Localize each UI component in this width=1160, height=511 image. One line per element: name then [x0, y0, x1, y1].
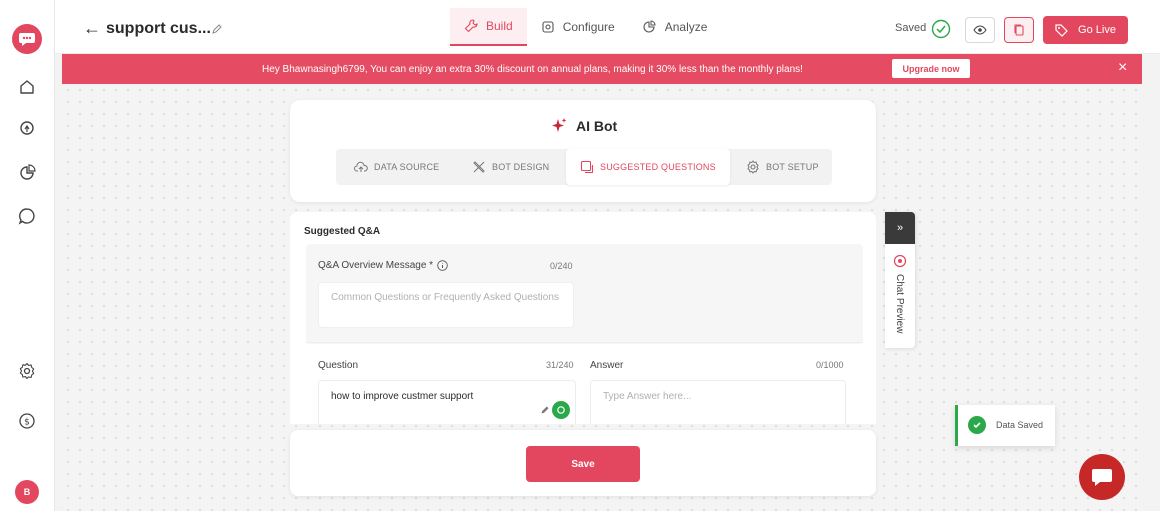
- support-chat-launcher[interactable]: [1079, 454, 1125, 500]
- saved-check-icon: [931, 19, 951, 39]
- bot-name-title: support cus...: [106, 20, 211, 37]
- step-bot-setup-label: BOT SETUP: [766, 162, 819, 172]
- answer-counter: 0/1000: [816, 360, 844, 370]
- top-bar: ← support cus... Build Configure Analyze…: [55, 0, 1160, 54]
- analytics-icon[interactable]: [16, 162, 38, 184]
- chat-logo-icon: [893, 254, 907, 268]
- billing-icon[interactable]: $: [16, 410, 38, 432]
- lightbulb-icon[interactable]: [16, 118, 38, 140]
- toast-message: Data Saved: [996, 420, 1044, 430]
- tab-configure-label: Configure: [562, 20, 615, 34]
- home-icon[interactable]: [16, 76, 38, 98]
- check-icon: [968, 416, 986, 434]
- expand-chevrons-icon[interactable]: »: [885, 212, 915, 244]
- data-saved-toast: Data Saved: [955, 405, 1055, 446]
- tab-build[interactable]: Build: [450, 8, 527, 46]
- left-sidebar: $ B: [0, 0, 55, 511]
- pencil-icon[interactable]: [538, 403, 552, 417]
- pie-chart-icon: [643, 20, 656, 33]
- question-label: Question: [318, 360, 359, 371]
- tab-build-label: Build: [486, 19, 513, 33]
- save-button[interactable]: Save: [526, 446, 640, 482]
- promo-banner-text: Hey Bhawnasingh6799, You can enjoy an ex…: [262, 64, 803, 75]
- chat-preview-label: Chat Preview: [894, 274, 905, 334]
- tab-configure[interactable]: Configure: [527, 8, 629, 46]
- main-tabs: Build Configure Analyze: [450, 8, 721, 46]
- info-icon[interactable]: [437, 260, 448, 271]
- eye-icon: [973, 25, 987, 35]
- suggested-qa-card: Suggested Q&A Q&A Overview Message * 0/2…: [290, 212, 876, 424]
- bot-builder-header-card: AI Bot DATA SOURCE BOT DESIGN SUGGESTED …: [290, 100, 876, 202]
- tab-analyze[interactable]: Analyze: [629, 8, 722, 46]
- step-bot-design[interactable]: BOT DESIGN: [472, 149, 549, 185]
- gear-icon: [747, 160, 759, 174]
- preview-button[interactable]: [965, 17, 995, 43]
- save-bar: Save: [290, 430, 876, 496]
- step-suggested-questions-label: SUGGESTED QUESTIONS: [600, 162, 716, 172]
- go-live-button[interactable]: Go Live: [1043, 16, 1128, 44]
- upgrade-now-button[interactable]: Upgrade now: [892, 59, 970, 78]
- answer-input[interactable]: Type Answer here...: [590, 380, 846, 424]
- builder-steps: DATA SOURCE BOT DESIGN SUGGESTED QUESTIO…: [336, 149, 832, 185]
- suggested-qa-title: Suggested Q&A: [304, 226, 381, 237]
- design-tools-icon: [473, 161, 485, 173]
- saved-status-label: Saved: [895, 22, 927, 34]
- step-bot-setup[interactable]: BOT SETUP: [746, 149, 819, 185]
- qa-overview-input[interactable]: Common Questions or Frequently Asked Que…: [318, 282, 574, 328]
- promo-banner: Hey Bhawnasingh6799, You can enjoy an ex…: [62, 54, 1142, 84]
- tab-analyze-label: Analyze: [664, 20, 708, 34]
- back-arrow-icon[interactable]: ←: [83, 19, 101, 37]
- answer-label: Answer: [590, 360, 624, 371]
- ai-bot-title-text: AI Bot: [576, 118, 618, 134]
- sparkle-icon: [552, 118, 567, 132]
- data-source-icon: [354, 161, 368, 172]
- gear-icon: [542, 21, 554, 33]
- chat-icon[interactable]: [16, 205, 38, 227]
- enable-toggle-icon[interactable]: [552, 401, 570, 419]
- ai-bot-title: AI Bot: [550, 117, 617, 135]
- copy-icon: [1014, 24, 1024, 36]
- divider: [306, 342, 863, 343]
- wrench-icon: [464, 19, 478, 33]
- question-input[interactable]: how to improve custmer support: [318, 380, 576, 424]
- qa-overview-label-text: Q&A Overview Message *: [318, 260, 434, 271]
- user-avatar[interactable]: B: [15, 480, 39, 504]
- chat-preview-panel-tab[interactable]: » Chat Preview: [885, 212, 915, 348]
- step-suggested-questions[interactable]: SUGGESTED QUESTIONS: [566, 149, 730, 185]
- copy-button[interactable]: [1004, 17, 1034, 43]
- qa-overview-counter: 0/240: [550, 261, 573, 271]
- pencil-icon[interactable]: [211, 22, 225, 36]
- go-live-label: Go Live: [1078, 24, 1116, 36]
- question-counter: 31/240: [546, 360, 574, 370]
- close-icon[interactable]: ×: [1118, 60, 1127, 76]
- questions-icon: [580, 160, 594, 174]
- tag-icon: [1055, 23, 1068, 37]
- qa-overview-label: Q&A Overview Message *: [318, 260, 448, 271]
- settings-icon[interactable]: [16, 360, 38, 382]
- step-data-source-label: DATA SOURCE: [374, 162, 440, 172]
- qa-overview-section: Q&A Overview Message * 0/240 Common Ques…: [306, 244, 863, 344]
- chat-bubble-logo-icon[interactable]: [12, 24, 42, 54]
- chat-bubble-icon: [1092, 469, 1112, 486]
- svg-text:$: $: [24, 418, 30, 428]
- step-bot-design-label: BOT DESIGN: [492, 162, 550, 172]
- step-data-source[interactable]: DATA SOURCE: [354, 149, 439, 185]
